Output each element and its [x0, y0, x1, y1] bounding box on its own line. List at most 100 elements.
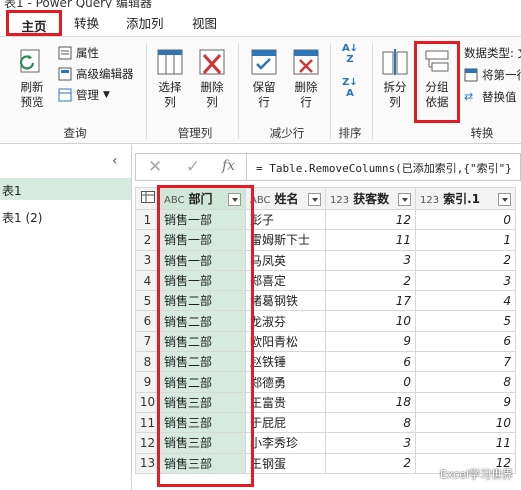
cell-customers[interactable]: 9: [325, 330, 416, 353]
cell-index[interactable]: 7: [415, 351, 516, 373]
manage-button[interactable]: 管理 ▼: [58, 87, 110, 103]
group-label-query: 查询: [63, 126, 87, 140]
collapse-chevron-icon[interactable]: ‹: [112, 153, 118, 169]
cell-name[interactable]: 赵铁锤: [245, 351, 326, 373]
row-number[interactable]: 1: [135, 208, 160, 231]
data-type-label: 数据类型: 文: [464, 46, 521, 60]
cell-customers[interactable]: 2: [325, 452, 416, 474]
cell-name[interactable]: 欧阳青松: [245, 330, 326, 353]
filter-dropdown-icon[interactable]: [308, 193, 321, 206]
divider: [372, 43, 373, 139]
cell-index[interactable]: 9: [415, 391, 516, 413]
split-column-button[interactable]: 拆分 列: [377, 47, 413, 110]
row-number[interactable]: 4: [135, 269, 160, 292]
row-number[interactable]: 8: [135, 351, 160, 373]
choose-columns-button[interactable]: 选择 列: [152, 47, 188, 110]
row-number[interactable]: 13: [135, 452, 160, 474]
row-number[interactable]: 10: [135, 391, 160, 413]
cell-name[interactable]: 雷姆斯下士: [245, 229, 326, 251]
cell-customers[interactable]: 18: [325, 391, 416, 413]
query-item-table1[interactable]: 表1: [0, 178, 131, 200]
cell-name[interactable]: 小李秀珍: [245, 432, 326, 454]
row-number[interactable]: 12: [135, 432, 160, 454]
cell-customers[interactable]: 3: [325, 432, 416, 454]
cell-customers[interactable]: 8: [325, 411, 416, 434]
cell-index[interactable]: 6: [415, 330, 516, 353]
cell-index[interactable]: 10: [415, 411, 516, 434]
confirm-icon[interactable]: ✓: [186, 157, 200, 177]
cancel-icon[interactable]: ✕: [148, 157, 162, 177]
manage-icon: [58, 88, 72, 102]
tab-add-column[interactable]: 添加列: [126, 13, 164, 32]
cell-name[interactable]: 王钢蛋: [245, 452, 326, 474]
row-number[interactable]: 6: [135, 310, 160, 332]
properties-button[interactable]: 属性: [58, 45, 99, 61]
keep-rows-icon: [249, 47, 279, 77]
row-number[interactable]: 9: [135, 371, 160, 393]
divider: [238, 43, 239, 139]
query-item-table1-2[interactable]: 表1 (2): [0, 205, 131, 227]
cell-customers[interactable]: 10: [325, 310, 416, 332]
keep-rows-button[interactable]: 保留 行: [246, 47, 282, 110]
table-menu-icon[interactable]: [135, 187, 160, 210]
cell-index[interactable]: 5: [415, 310, 516, 332]
cell-name[interactable]: 马凤英: [245, 249, 326, 271]
choose-columns-icon: [155, 47, 185, 77]
cell-name[interactable]: 彭子: [245, 208, 326, 231]
row-number[interactable]: 3: [135, 249, 160, 271]
row-number[interactable]: 11: [135, 411, 160, 434]
choose-label-2: 列: [164, 95, 176, 109]
cell-customers[interactable]: 12: [325, 208, 416, 231]
title-bar: 表1 - Power Query 编辑器: [0, 0, 521, 8]
cell-customers[interactable]: 11: [325, 229, 416, 251]
remove-rows-button[interactable]: 删除 行: [288, 47, 324, 110]
refresh-preview-button[interactable]: 刷新 预览: [10, 47, 54, 110]
cell-index[interactable]: 2: [415, 249, 516, 271]
column-header-index[interactable]: 123 索引.1: [415, 187, 516, 210]
replace-label: 替换值: [482, 90, 517, 104]
cell-index[interactable]: 0: [415, 208, 516, 231]
tab-transform[interactable]: 转换: [74, 13, 99, 32]
properties-label: 属性: [76, 46, 99, 60]
remove-columns-button[interactable]: 删除 列: [194, 47, 230, 110]
cell-customers[interactable]: 3: [325, 249, 416, 271]
column-header-label: 姓名: [274, 192, 299, 206]
choose-label-1: 选择: [158, 80, 182, 94]
filter-dropdown-icon[interactable]: [398, 193, 411, 206]
row-number[interactable]: 5: [135, 290, 160, 312]
cell-name[interactable]: 龙淑芬: [245, 310, 326, 332]
remove-row-label-1: 删除: [294, 80, 318, 94]
column-header-name[interactable]: ABC 姓名: [245, 187, 326, 210]
type-number-icon: 123: [330, 195, 350, 206]
cell-name[interactable]: 郑喜定: [245, 269, 326, 292]
sort-ascending-button[interactable]: A↓ Z: [338, 43, 362, 65]
filter-dropdown-icon[interactable]: [498, 193, 511, 206]
cell-name[interactable]: 王富贵: [245, 391, 326, 413]
dept-column-highlight: [157, 185, 254, 487]
cell-index[interactable]: 11: [415, 432, 516, 454]
remove-col-label-1: 删除: [200, 80, 224, 94]
cell-customers[interactable]: 2: [325, 269, 416, 292]
cell-customers[interactable]: 0: [325, 371, 416, 393]
first-row-header-button[interactable]: 将第一行: [464, 67, 521, 83]
cell-index[interactable]: 8: [415, 371, 516, 393]
advanced-editor-button[interactable]: 高级编辑器: [58, 66, 134, 82]
cell-customers[interactable]: 6: [325, 351, 416, 373]
keep-label-1: 保留: [252, 80, 276, 94]
tab-view[interactable]: 视图: [192, 13, 217, 32]
row-number[interactable]: 7: [135, 330, 160, 353]
cell-customers[interactable]: 17: [325, 290, 416, 312]
cell-name[interactable]: 诸葛钢铁: [245, 290, 326, 312]
formula-text[interactable]: = Table.RemoveColumns(已添加索引,{"索引"}: [256, 160, 512, 176]
cell-index[interactable]: 3: [415, 269, 516, 292]
column-header-customers[interactable]: 123 获客数: [325, 187, 416, 210]
row-number[interactable]: 2: [135, 229, 160, 251]
cell-name[interactable]: 郑德勇: [245, 371, 326, 393]
replace-values-button[interactable]: ⇄ 替换值: [464, 89, 517, 105]
cell-index[interactable]: 1: [415, 229, 516, 251]
cell-name[interactable]: 于屁屁: [245, 411, 326, 434]
data-type-dropdown[interactable]: 数据类型: 文: [464, 45, 521, 61]
tab-home[interactable]: 主页: [6, 10, 62, 36]
sort-descending-button[interactable]: Z↓ A: [338, 77, 362, 99]
cell-index[interactable]: 4: [415, 290, 516, 312]
